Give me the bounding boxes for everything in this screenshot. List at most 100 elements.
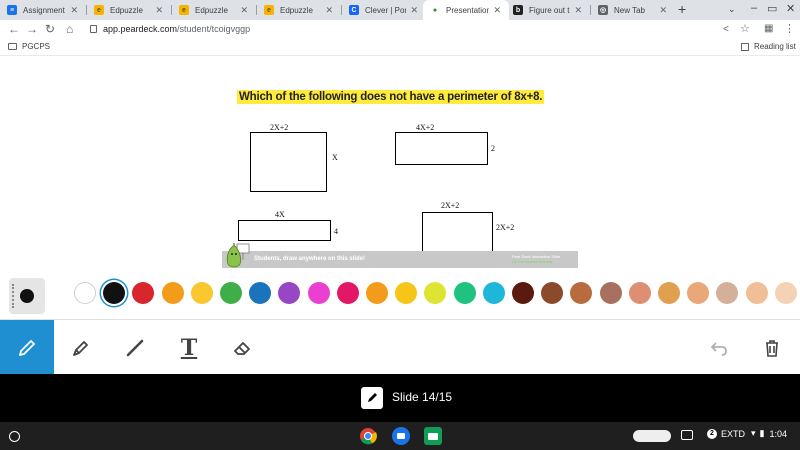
peardeck-favicon-icon: ♠ [430, 5, 440, 15]
close-icon[interactable]: ✕ [410, 5, 418, 16]
chrome-icon[interactable] [359, 427, 377, 445]
tote-thumbnails[interactable] [633, 430, 671, 442]
tab-edpuzzle-1[interactable]: e Edpuzzle ✕ [87, 0, 171, 20]
forward-arrow-icon[interactable]: → [26, 22, 38, 36]
question-text: Which of the following does not have a p… [237, 90, 545, 104]
color-swatch[interactable] [628, 282, 651, 304]
status-area[interactable]: 2 EXTD ▾ ▮ 1:04 [707, 428, 787, 439]
tab-title: Assignment d [23, 5, 66, 15]
close-icon[interactable]: ✕ [155, 5, 163, 16]
undo-button[interactable] [692, 320, 746, 375]
tab-edpuzzle-2[interactable]: e Edpuzzle ✕ [172, 0, 256, 20]
bookmark-bar: PGCPS Reading list [0, 40, 800, 56]
folder-icon [8, 43, 17, 50]
text-tool-button[interactable]: T [162, 320, 216, 375]
lock-icon[interactable] [90, 25, 97, 33]
pen-tool-button[interactable] [0, 320, 54, 375]
highlighter-icon [73, 340, 88, 356]
chevron-down-icon[interactable]: ⌄ [728, 4, 736, 15]
reading-list-label: Reading list [754, 42, 796, 51]
meet-app-icon[interactable] [392, 427, 410, 445]
close-icon[interactable]: ✕ [574, 5, 582, 16]
color-swatch[interactable] [774, 282, 797, 304]
color-swatch[interactable] [453, 282, 476, 304]
color-swatch[interactable] [220, 282, 242, 304]
wifi-icon: ▾ [751, 428, 756, 438]
brand-line-2: Do not remove this bar [512, 259, 553, 264]
clipboard-icon[interactable] [681, 430, 693, 440]
launcher-icon[interactable] [9, 431, 20, 442]
maximize-icon[interactable]: ▭ [767, 2, 777, 15]
color-swatch[interactable] [307, 282, 330, 304]
drag-handle-icon [12, 284, 14, 308]
url-path: /student/tcoigvggp [177, 24, 251, 34]
star-icon[interactable]: ☆ [740, 22, 750, 35]
chrome-favicon-icon: ◎ [598, 5, 608, 15]
slide-canvas[interactable]: Which of the following does not have a p… [222, 68, 578, 268]
line-tool-button[interactable] [108, 320, 162, 375]
color-swatch[interactable] [482, 282, 505, 304]
color-swatch[interactable] [512, 282, 534, 304]
rectangle-3 [238, 220, 331, 241]
shape-1-top-label: 2X+2 [270, 123, 289, 132]
browser-toolbar: ← → ↻ ⌂ app.peardeck.com/student/tcoigvg… [0, 20, 800, 40]
color-swatch[interactable] [74, 282, 96, 304]
shape-1-side-label: X [332, 153, 338, 162]
bookmark-label: PGCPS [22, 42, 51, 51]
tab-clever[interactable]: C Clever | Portal ✕ [342, 0, 426, 20]
footer-brand: Pear Deck Interactive Slide Do not remov… [512, 254, 560, 264]
color-swatch[interactable] [190, 282, 213, 304]
tab-figure-out[interactable]: b Figure out the ✕ [506, 0, 590, 20]
os-shelf: 2 EXTD ▾ ▮ 1:04 [0, 422, 800, 450]
tab-edpuzzle-3[interactable]: e Edpuzzle ✕ [257, 0, 341, 20]
tab-new-tab[interactable]: ◎ New Tab ✕ [591, 0, 675, 20]
delete-button[interactable] [745, 320, 799, 375]
battery-icon: ▮ [759, 428, 765, 438]
color-swatch[interactable] [161, 282, 184, 304]
close-icon[interactable]: ✕ [659, 5, 667, 16]
close-icon[interactable]: ✕ [493, 5, 501, 16]
color-swatch[interactable] [745, 282, 768, 304]
url-domain: app.peardeck.com [103, 24, 178, 34]
rectangle-2 [395, 132, 488, 165]
menu-dots-icon[interactable]: ⋮ [784, 22, 795, 35]
home-icon[interactable]: ⌂ [66, 22, 73, 36]
highlighter-tool-button[interactable] [54, 320, 108, 375]
brainly-favicon-icon: b [513, 5, 523, 15]
reload-icon[interactable]: ↻ [45, 22, 55, 36]
extensions-icon[interactable]: ▦ [764, 23, 773, 34]
tab-presentation[interactable]: ♠ Presentation S ✕ [423, 0, 509, 20]
close-icon[interactable]: ✕ [325, 5, 333, 16]
minimize-icon[interactable]: – [751, 2, 757, 14]
ime-indicator: EXTD [721, 428, 746, 439]
eraser-icon [234, 341, 250, 355]
tab-title: New Tab [614, 5, 645, 15]
color-swatch[interactable] [366, 282, 388, 304]
selected-color-indicator[interactable] [9, 278, 45, 314]
color-swatch[interactable] [336, 282, 359, 304]
classroom-board-icon [428, 432, 438, 440]
new-tab-plus-icon[interactable]: + [678, 1, 686, 17]
share-icon[interactable]: < [723, 24, 729, 35]
tab-title: Edpuzzle [110, 5, 143, 15]
eraser-tool-button[interactable] [216, 320, 270, 375]
window-close-icon[interactable]: ✕ [786, 2, 795, 15]
color-swatch[interactable] [599, 282, 622, 304]
close-icon[interactable]: ✕ [70, 5, 78, 16]
address-bar[interactable]: app.peardeck.com/student/tcoigvggp [103, 24, 250, 34]
classroom-app-icon[interactable] [424, 427, 442, 445]
back-arrow-icon[interactable]: ← [8, 22, 20, 36]
camera-icon [397, 433, 405, 439]
tab-title: Figure out the [529, 5, 570, 15]
screen: ≡ Assignment d ✕ e Edpuzzle ✕ e Edpuzzle… [0, 0, 800, 450]
brush-icon [368, 393, 377, 402]
color-swatch[interactable] [658, 282, 680, 304]
notification-count: 2 [707, 428, 717, 439]
draw-slide-icon[interactable] [361, 387, 383, 409]
reading-list-button[interactable]: Reading list [741, 42, 796, 51]
pear-mascot-icon [226, 243, 250, 268]
close-icon[interactable]: ✕ [240, 5, 248, 16]
tab-assignment[interactable]: ≡ Assignment d ✕ [0, 0, 86, 20]
clock-time: 1:04 [769, 428, 788, 439]
bookmark-pgcps[interactable]: PGCPS [8, 42, 50, 51]
